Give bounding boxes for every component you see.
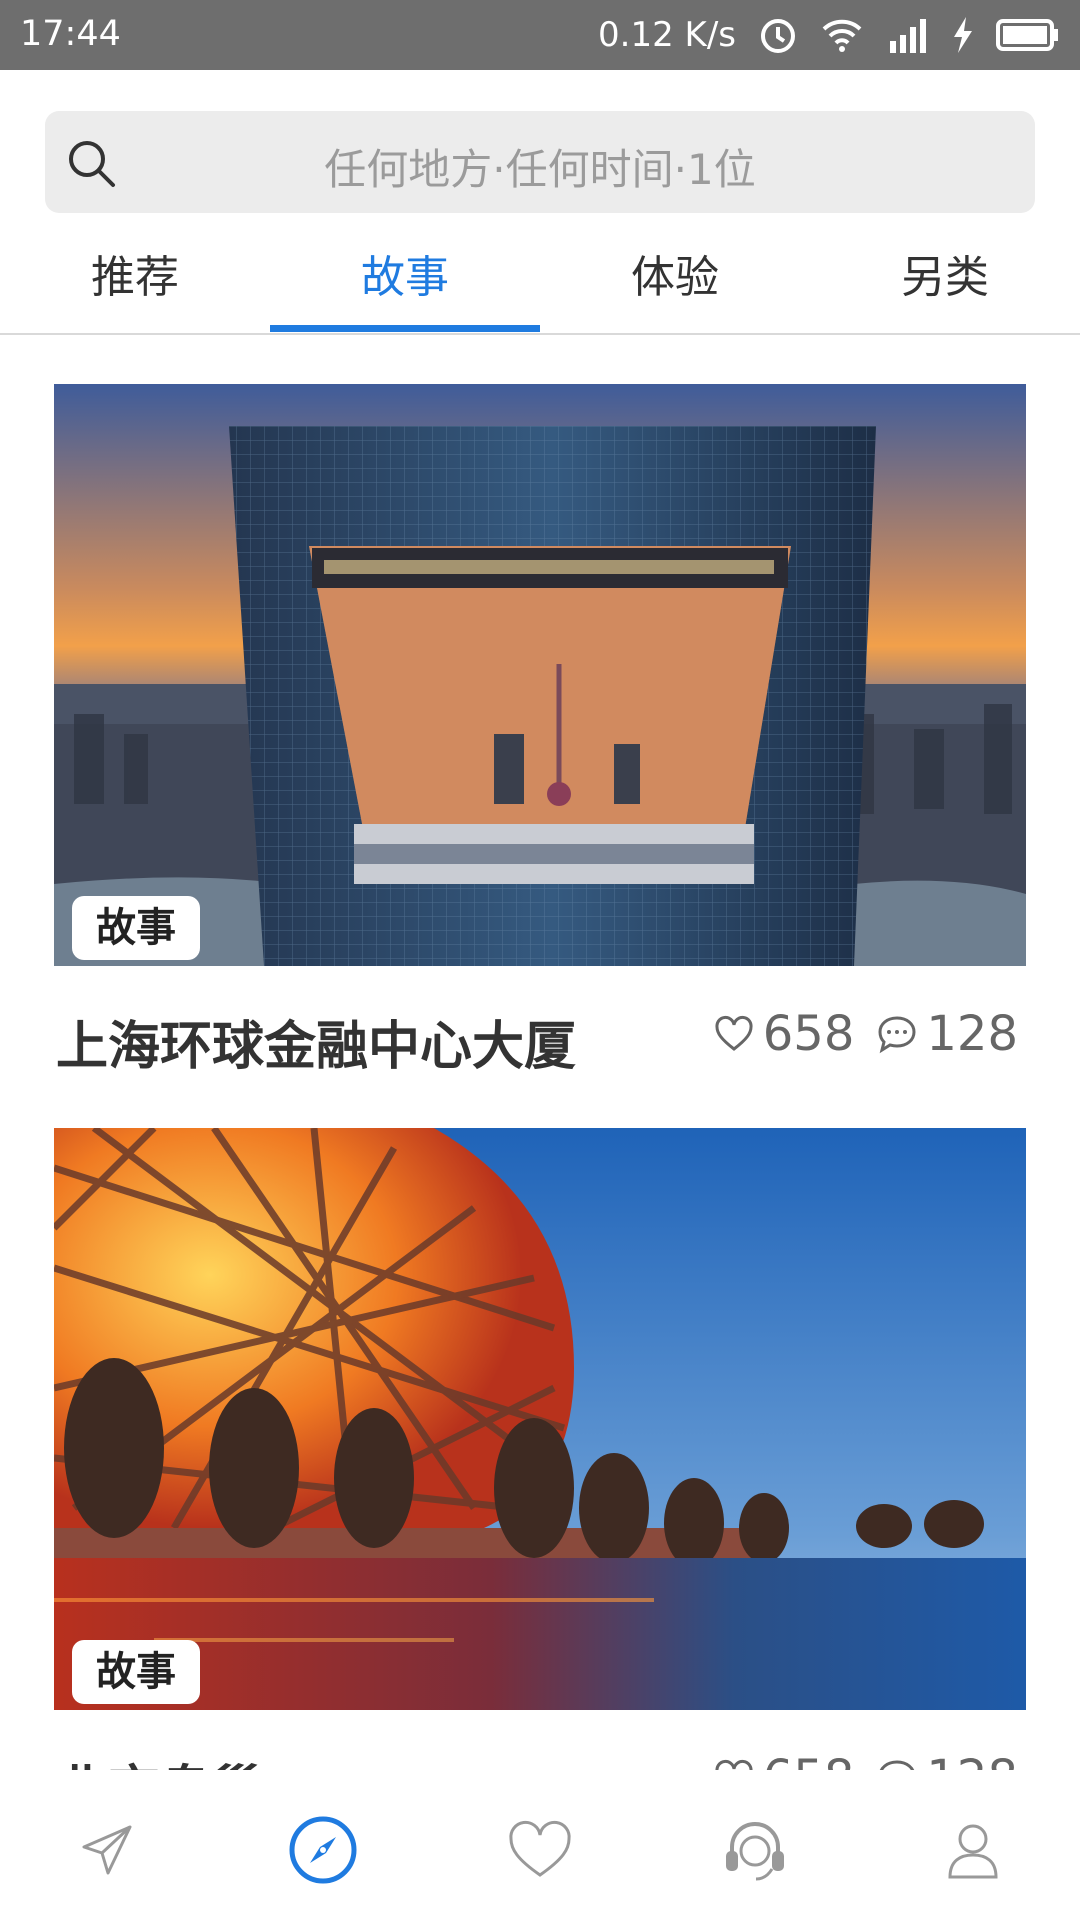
- category-tabs: 推荐 故事 体验 另类: [0, 225, 1080, 335]
- story-card[interactable]: 故事 上海环球金融中心大厦 658 128: [54, 384, 1026, 1084]
- comment-count: 128: [926, 1006, 1018, 1062]
- card-category-badge: 故事: [72, 1640, 200, 1704]
- search-bar[interactable]: 任何地方·任何时间·1位: [45, 111, 1035, 213]
- wifi-icon: [820, 15, 864, 55]
- send-icon[interactable]: [72, 1815, 142, 1885]
- story-card[interactable]: 故事 北京鸟巢 658 128: [54, 1128, 1026, 1770]
- card-title: 上海环球金融中心大厦: [56, 1017, 577, 1077]
- comment-icon[interactable]: [876, 1757, 918, 1770]
- search-placeholder: 任何地方·任何时间·1位: [324, 145, 756, 194]
- feed-clip: 故事 北京鸟巢 658 128: [0, 1100, 1080, 1770]
- card-title: 北京鸟巢: [56, 1748, 264, 1770]
- card-stats: 658 128: [713, 1750, 1018, 1770]
- like-count: 658: [763, 1750, 855, 1770]
- like-count: 658: [762, 1006, 855, 1062]
- card-stats: 658 128: [713, 1006, 1018, 1062]
- tab-stories[interactable]: 故事: [270, 241, 540, 305]
- cellular-signal-icon: [886, 15, 930, 55]
- tab-recommend[interactable]: 推荐: [0, 241, 270, 305]
- card-image-shanghai-tower[interactable]: 故事: [54, 384, 1026, 966]
- active-tab-indicator: [270, 325, 540, 332]
- profile-icon[interactable]: [938, 1815, 1008, 1885]
- battery-icon: [996, 17, 1060, 53]
- headset-icon[interactable]: [720, 1815, 790, 1885]
- card-image-birds-nest[interactable]: 故事: [54, 1128, 1026, 1710]
- charging-icon: [952, 15, 974, 55]
- tab-experience[interactable]: 体验: [540, 241, 810, 305]
- tab-alternative[interactable]: 另类: [810, 241, 1080, 305]
- heart-icon[interactable]: [505, 1815, 575, 1885]
- status-time: 17:44: [20, 14, 121, 54]
- like-icon[interactable]: [713, 1013, 755, 1055]
- network-speed: 0.12 K/s: [598, 15, 736, 55]
- comment-count: 128: [926, 1750, 1018, 1770]
- bottom-navigation: [0, 1770, 1080, 1920]
- like-icon[interactable]: [713, 1757, 755, 1770]
- status-bar: 17:44 0.12 K/s: [0, 0, 1080, 70]
- comment-icon[interactable]: [876, 1013, 918, 1055]
- compass-icon[interactable]: [288, 1815, 358, 1885]
- card-category-badge: 故事: [72, 896, 200, 960]
- alarm-icon: [758, 15, 798, 55]
